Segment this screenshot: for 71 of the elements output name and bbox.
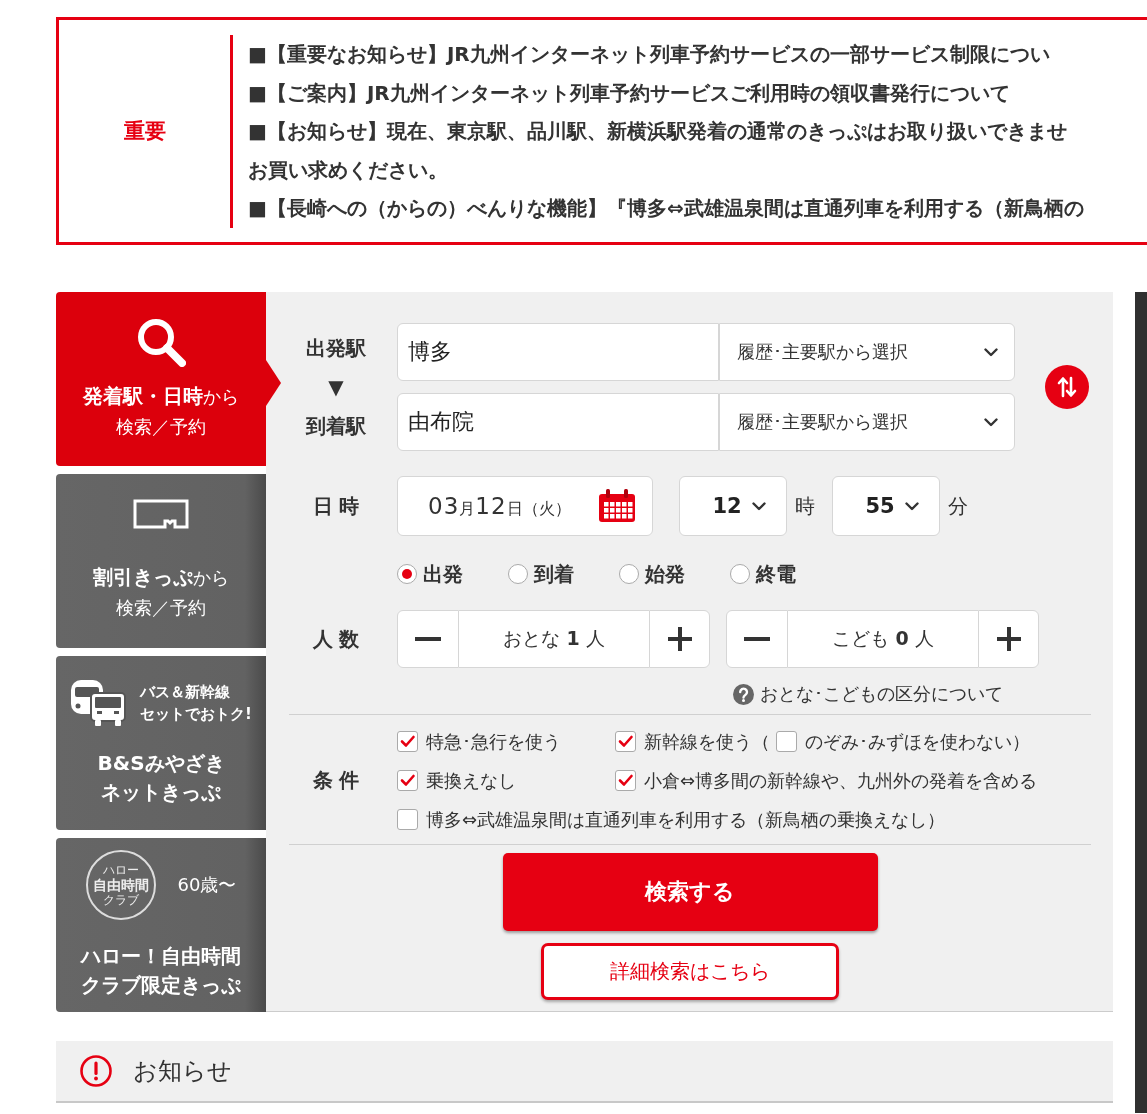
checkbox[interactable] xyxy=(776,731,797,752)
minute-select[interactable]: 55 xyxy=(832,476,940,536)
swap-button[interactable] xyxy=(1045,365,1089,409)
field-label: 条 件 xyxy=(311,767,361,794)
checkbox-label: のぞみ･みずほを使わない） xyxy=(805,729,1030,754)
checkbox[interactable] xyxy=(615,731,636,752)
ticket-icon xyxy=(133,499,189,529)
radio-button[interactable] xyxy=(730,564,750,584)
date-field[interactable]: 03月 12 日（火） xyxy=(397,476,653,536)
checkbox-label: 新幹線を使う（ xyxy=(644,729,770,754)
help-link[interactable]: おとな･こどもの区分について xyxy=(733,683,1003,705)
search-mode-tab[interactable]: ハロー 自由時間 クラブ 60歳〜 ハロー！自由時間 クラブ限定きっぷ xyxy=(56,838,266,1012)
station-select[interactable]: 履歴･主要駅から選択 xyxy=(719,323,1015,381)
swap-arrows-icon xyxy=(1057,376,1077,398)
station-label: 出発駅 xyxy=(306,334,366,362)
radio-button[interactable] xyxy=(508,564,528,584)
checkbox-label: 特急･急行を使う xyxy=(426,729,561,754)
station-input[interactable]: 由布院 xyxy=(397,393,719,451)
hour-select[interactable]: 12 xyxy=(679,476,787,536)
minus-icon xyxy=(744,637,770,641)
notice-link[interactable]: ■【ご案内】JR九州インターネット列車予約サービスご利用時の領収書発行について xyxy=(248,73,1010,113)
field-label: 日 時 xyxy=(311,492,361,520)
checkbox[interactable] xyxy=(397,770,418,791)
search-mode-tab[interactable]: 割引きっぷから 検索／予約 xyxy=(56,474,266,648)
chevron-icon xyxy=(904,501,919,511)
notice-link[interactable]: ■【長崎への（からの）べんりな機能】『博多⇔武雄温泉間は直通列車を利用する（新鳥栖の xyxy=(248,189,1084,228)
notice-link[interactable]: ■【重要なお知らせ】JR九州インターネット列車予約サービスの一部サービス制限につい xyxy=(248,35,1050,74)
radio-label: 到着 xyxy=(534,560,574,588)
count-display: こども 0 人 xyxy=(788,610,978,668)
checkbox[interactable] xyxy=(397,809,418,830)
checkbox[interactable] xyxy=(397,731,418,752)
checkbox[interactable] xyxy=(615,770,636,791)
minus-icon xyxy=(415,637,441,641)
station-input[interactable]: 博多 xyxy=(397,323,719,381)
news-heading: お知らせ xyxy=(133,1056,232,1087)
advanced-search-button[interactable]: 詳細検索はこちら xyxy=(541,943,839,1000)
club-stamp: ハロー 自由時間 クラブ xyxy=(85,850,156,920)
radio-button[interactable] xyxy=(619,564,639,584)
time-unit: 時 xyxy=(795,492,815,520)
checkbox-label: 乗換えなし xyxy=(426,768,516,793)
minus-button[interactable] xyxy=(397,610,459,668)
plus-icon xyxy=(996,627,1021,651)
checkbox-label: 博多⇔武雄温泉間は直通列車を利用する（新鳥栖の乗換えなし） xyxy=(426,807,946,832)
alert-icon xyxy=(80,1055,112,1087)
search-mode-tab[interactable]: バス＆新幹線 セットでおトク! B&Sみやざき ネットきっぷ xyxy=(56,656,266,830)
search-button[interactable]: 検索する xyxy=(502,853,878,931)
chevron-icon xyxy=(751,501,766,511)
station-label: 到着駅 xyxy=(306,412,366,440)
radio-label: 始発 xyxy=(645,560,685,588)
direction-arrow: ▼ xyxy=(328,373,344,401)
time-unit: 分 xyxy=(948,492,968,520)
count-display: おとな 1 人 xyxy=(459,610,649,668)
plus-button[interactable] xyxy=(978,610,1039,668)
radio-label: 終電 xyxy=(756,560,796,588)
train-and-bus-icon xyxy=(70,679,127,727)
notice-link[interactable]: ■【お知らせ】現在、東京駅、品川駅、新横浜駅発着の通常のきっぷはお取り扱いできませ xyxy=(248,112,1067,151)
radio-button[interactable] xyxy=(397,564,417,584)
radio-label: 出発 xyxy=(423,560,463,588)
plus-button[interactable] xyxy=(649,610,710,668)
checkbox-label: 小倉⇔博多間の新幹線や、九州外の発着を含める xyxy=(644,768,1038,793)
calendar-icon xyxy=(598,489,636,523)
station-select[interactable]: 履歴･主要駅から選択 xyxy=(719,393,1015,451)
notice-link[interactable]: お買い求めください。 xyxy=(248,150,448,190)
minus-button[interactable] xyxy=(726,610,788,668)
field-label: 人 数 xyxy=(311,625,361,653)
chevron-icon xyxy=(984,347,998,357)
search-icon xyxy=(136,316,186,367)
chevron-icon xyxy=(984,417,998,427)
notice-label: 重要 xyxy=(123,118,166,145)
help-icon xyxy=(733,683,754,705)
plus-icon xyxy=(667,627,692,651)
